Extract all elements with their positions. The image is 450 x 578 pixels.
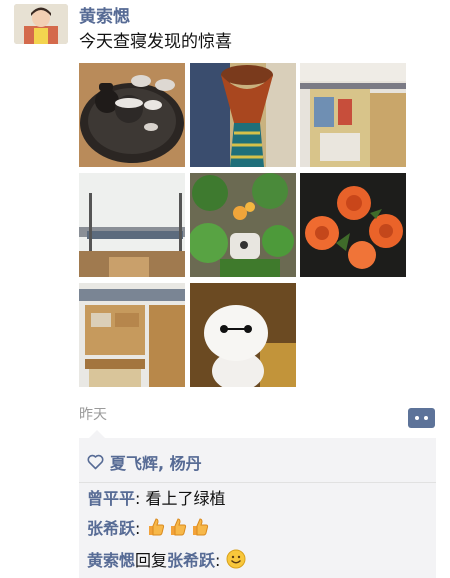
liker-names[interactable]: 夏飞辉, 杨丹	[110, 450, 202, 474]
post-text: 今天查寝发现的惊喜	[79, 32, 232, 52]
baymax-figure-icon	[190, 283, 296, 387]
drum-icon	[190, 63, 296, 167]
comment-item[interactable]: 曾平平: 看上了绿植	[87, 485, 226, 509]
comment-author[interactable]: 张希跃	[87, 519, 135, 538]
moments-post: 黄索愢 今天查寝发现的惊喜 昨天 夏飞辉, 杨丹 曾平平: 看上了绿植 张希跃:…	[0, 0, 450, 578]
thumbs-up-icon	[190, 517, 210, 541]
dot-icon	[424, 416, 428, 420]
tea-set-icon	[79, 63, 185, 167]
potted-plants-icon	[190, 173, 296, 277]
bunk-bed-icon	[79, 173, 185, 277]
avatar[interactable]	[14, 4, 68, 44]
photo-baymax[interactable]	[190, 283, 296, 387]
pointer-arrow	[89, 430, 105, 438]
comment-more-button[interactable]	[408, 408, 435, 428]
orange-roses-icon	[300, 173, 406, 277]
photo-dorm-shelf[interactable]	[300, 63, 406, 167]
photo-dorm-desk[interactable]	[79, 283, 185, 387]
photo-bunk-bed[interactable]	[79, 173, 185, 277]
likes-row: 夏飞辉, 杨丹	[87, 450, 202, 474]
photo-roses[interactable]	[300, 173, 406, 277]
reply-target[interactable]: 张希跃	[167, 551, 215, 570]
dorm-shelf-icon	[300, 63, 406, 167]
smile-icon	[226, 549, 246, 573]
divider	[79, 482, 436, 483]
dot-icon	[415, 416, 419, 420]
comment-separator: :	[215, 551, 226, 570]
photo-plants[interactable]	[190, 173, 296, 277]
comment-item[interactable]: 张希跃:	[87, 515, 212, 541]
comment-author[interactable]: 曾平平	[87, 489, 135, 508]
comment-author[interactable]: 黄索愢	[87, 551, 135, 570]
photo-tea-set[interactable]	[79, 63, 185, 167]
author-name[interactable]: 黄索愢	[79, 2, 130, 27]
heart-icon	[87, 454, 104, 470]
comment-separator: :	[135, 519, 146, 538]
thumbs-up-icon	[146, 517, 166, 541]
comment-item[interactable]: 黄索愢回复张希跃:	[87, 547, 248, 573]
dorm-desk-icon	[79, 283, 185, 387]
thumbs-up-icon	[168, 517, 188, 541]
reply-word: 回复	[135, 551, 168, 570]
comments-box: 夏飞辉, 杨丹 曾平平: 看上了绿植 张希跃: 黄索愢回复张希跃:	[79, 430, 436, 578]
post-timestamp: 昨天	[79, 407, 107, 423]
photo-drum[interactable]	[190, 63, 296, 167]
comment-text: 看上了绿植	[145, 489, 226, 508]
comment-separator: :	[135, 489, 146, 508]
